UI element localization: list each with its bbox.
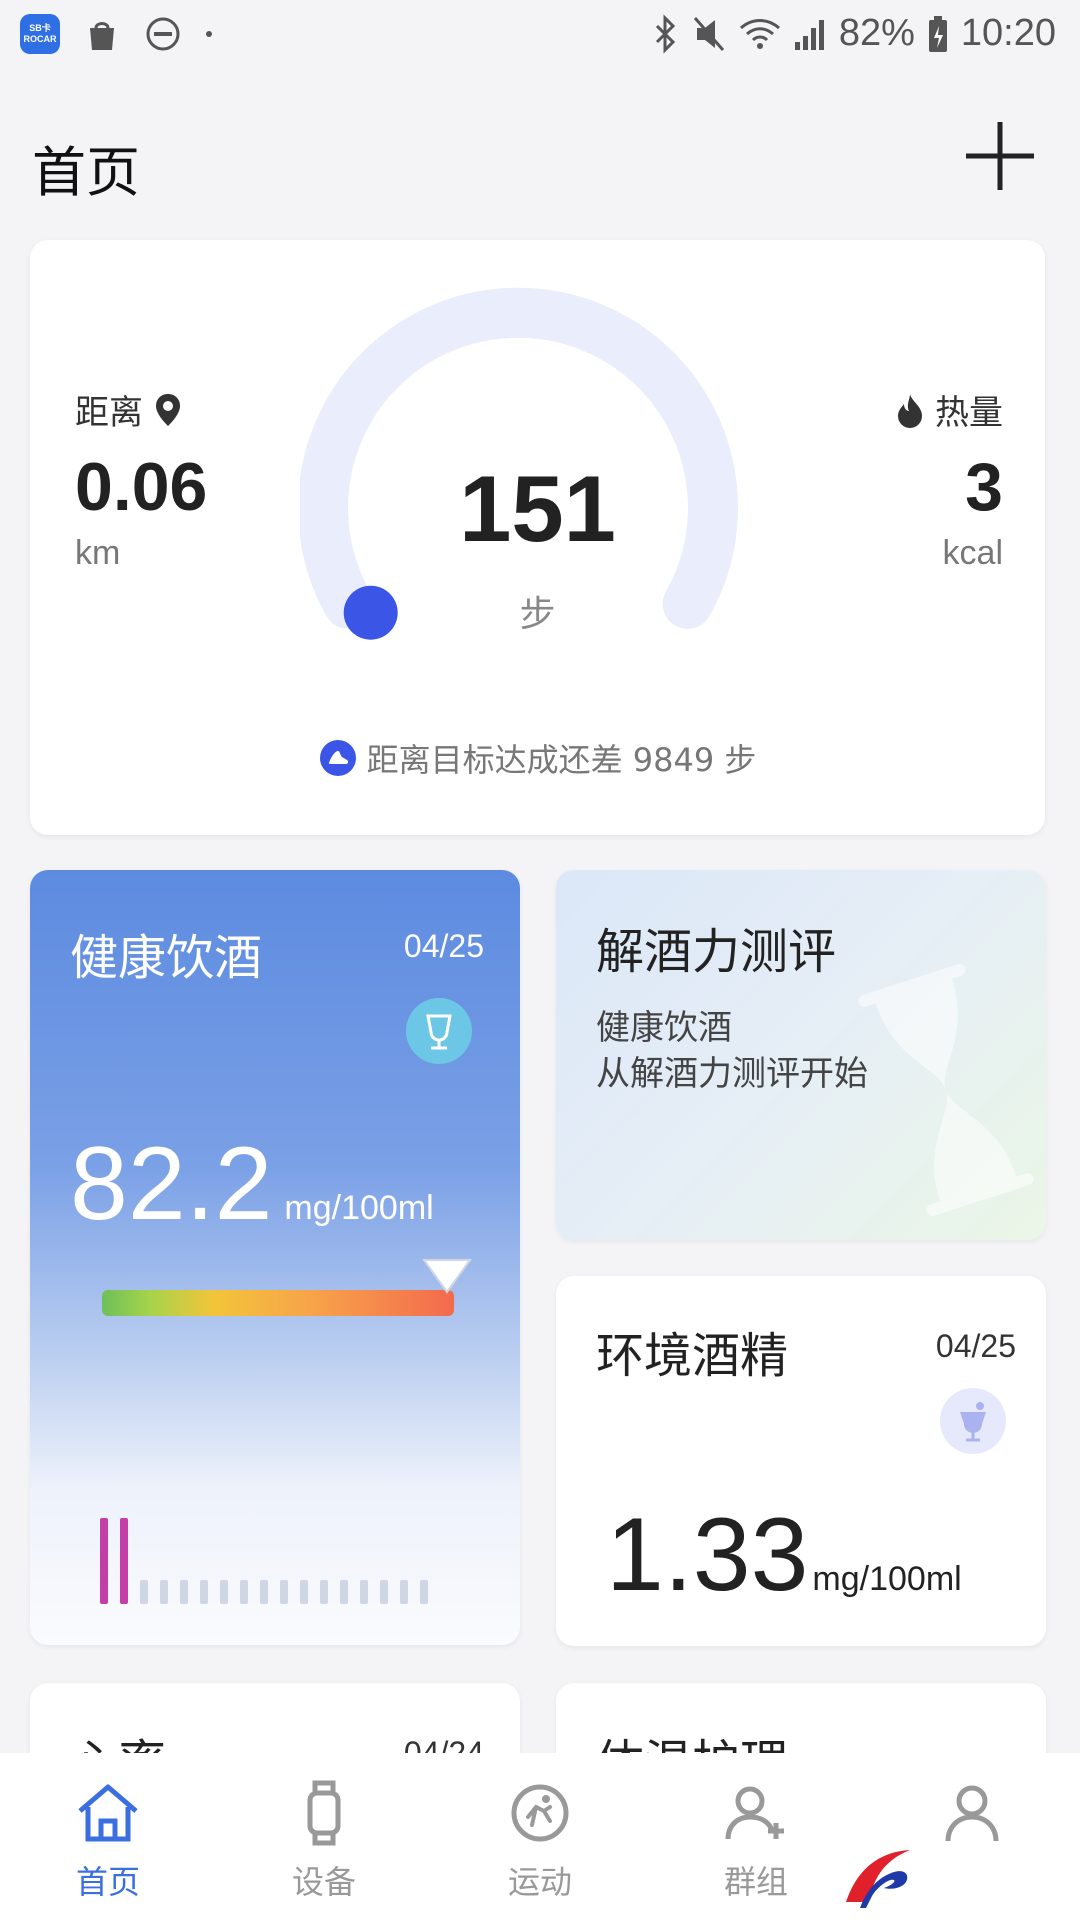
group-add-icon — [725, 1786, 784, 1840]
shoe-icon — [319, 740, 356, 776]
history-tick — [160, 1580, 168, 1604]
history-tick — [120, 1518, 128, 1604]
history-tick — [180, 1580, 188, 1604]
nav-sport[interactable]: 运动 — [432, 1753, 648, 1920]
history-tick — [100, 1518, 108, 1604]
env-alcohol-reading: 1.33 mg/100ml — [606, 1496, 962, 1615]
nav-group[interactable]: 群组 — [648, 1753, 864, 1920]
do-not-disturb-icon — [146, 17, 180, 51]
shopping-bag-icon — [90, 22, 114, 50]
nav-home-label: 首页 — [75, 1863, 140, 1901]
steps-card[interactable]: 距离 0.06 km 151 步 热量 3 kcal 距离目标达成还差 9849… — [30, 240, 1045, 835]
env-alcohol-value: 1.33 — [606, 1497, 809, 1613]
hangover-subtitle: 健康饮酒 从解酒力测评开始 — [596, 1005, 868, 1097]
nav-device-label: 设备 — [291, 1863, 356, 1901]
history-tick — [260, 1580, 268, 1604]
alcohol-level-bar — [102, 1290, 454, 1316]
history-tick — [300, 1580, 308, 1604]
calories-block: 热量 3 kcal — [895, 385, 1003, 573]
nav-sport-label: 运动 — [507, 1863, 572, 1901]
history-tick — [140, 1580, 148, 1604]
drinking-title: 健康饮酒 — [70, 930, 263, 986]
status-bar: SB卡 ROCAR 82% 10:20 — [0, 0, 1080, 76]
distance-label: 距离 — [75, 393, 143, 433]
hangover-title: 解酒力测评 — [596, 924, 837, 980]
drinking-date: 04/25 — [403, 928, 484, 964]
brand-logo-icon — [846, 1850, 910, 1908]
env-alcohol-date: 04/25 — [935, 1328, 1016, 1364]
history-tick — [420, 1580, 428, 1604]
battery-percent: 82% — [838, 12, 915, 54]
goal-remaining: 距离目标达成还差 9849 步 — [30, 735, 1045, 781]
wine-glass-icon — [406, 998, 472, 1064]
nav-device[interactable]: 设备 — [216, 1753, 432, 1920]
history-tick — [220, 1580, 228, 1604]
environment-alcohol-card[interactable]: 环境酒精 04/25 1.33 mg/100ml — [556, 1276, 1046, 1646]
battery-charging-icon — [928, 15, 947, 52]
history-tick — [320, 1580, 328, 1604]
home-icon — [78, 1784, 138, 1842]
flame-icon — [898, 393, 922, 428]
bluetooth-icon — [655, 13, 675, 54]
location-pin-icon — [156, 393, 180, 426]
step-unit: 步 — [519, 594, 556, 635]
drinking-history-ticks — [100, 1518, 428, 1604]
history-tick — [380, 1580, 388, 1604]
history-tick — [360, 1580, 368, 1604]
plus-icon[interactable] — [960, 116, 1040, 196]
step-count: 151 — [459, 456, 616, 561]
history-tick — [400, 1580, 408, 1604]
page-title: 首页 — [32, 141, 140, 204]
hangover-test-card[interactable]: 解酒力测评 健康饮酒 从解酒力测评开始 — [556, 870, 1046, 1240]
clock: 10:20 — [960, 12, 1056, 54]
drinking-unit: mg/100ml — [284, 1189, 434, 1227]
calories-value: 3 — [965, 449, 1003, 525]
dot-icon — [206, 31, 212, 37]
app-badge-icon: SB卡 ROCAR — [20, 14, 60, 54]
goal-remaining-text: 距离目标达成还差 9849 步 — [366, 741, 757, 779]
level-marker-icon — [422, 1259, 472, 1294]
hangover-line-2: 从解酒力测评开始 — [596, 1054, 868, 1094]
signal-icon — [794, 19, 824, 50]
hangover-line-1: 健康饮酒 — [596, 1008, 732, 1048]
profile-icon — [945, 1785, 999, 1842]
wifi-icon — [739, 18, 780, 49]
env-alcohol-title: 环境酒精 — [596, 1328, 789, 1384]
history-tick — [240, 1580, 248, 1604]
calories-unit: kcal — [942, 534, 1003, 572]
nav-home[interactable]: 首页 — [0, 1753, 216, 1920]
healthy-drinking-card[interactable]: 健康饮酒 04/25 82.2 mg/100ml — [30, 870, 520, 1645]
sport-icon — [511, 1784, 569, 1842]
watch-icon — [307, 1780, 341, 1846]
env-alcohol-unit: mg/100ml — [812, 1560, 962, 1598]
calories-label: 热量 — [935, 393, 1003, 433]
history-tick — [200, 1580, 208, 1604]
mute-icon — [693, 16, 724, 51]
history-tick — [280, 1580, 288, 1604]
history-tick — [340, 1580, 348, 1604]
hourglass-icon — [858, 963, 1034, 1217]
cocktail-icon — [940, 1388, 1006, 1454]
nav-group-label: 群组 — [723, 1863, 788, 1901]
drinking-value: 82.2 — [70, 1126, 273, 1242]
drinking-reading: 82.2 mg/100ml — [70, 1125, 434, 1244]
